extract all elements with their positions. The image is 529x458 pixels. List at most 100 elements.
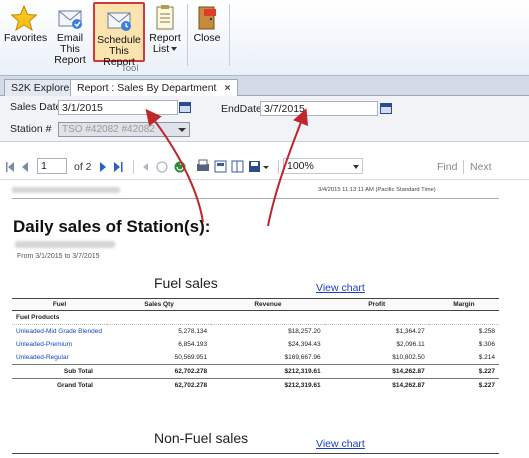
column-header: Revenue: [211, 298, 325, 311]
view-chart-link[interactable]: View chart: [316, 438, 365, 450]
email-report-label: Email This Report: [54, 32, 86, 66]
fuel-name-link[interactable]: Unleaded-Premium: [12, 338, 107, 351]
revenue-cell: $18,257.20: [288, 328, 321, 335]
nav-back-stop-refresh-icons[interactable]: [140, 160, 190, 174]
toolbar-separator: [133, 160, 134, 174]
redacted-station-name: [15, 241, 115, 248]
fuel-sales-table: Fuel Sales Qty Revenue Profit Margin Fue…: [12, 298, 499, 392]
favorites-button[interactable]: Favorites: [4, 2, 48, 62]
header-rule: [12, 198, 499, 199]
dropdown-arrow-icon: [171, 47, 178, 52]
page-count: of 2: [74, 161, 92, 173]
column-header: Sales Qty: [107, 298, 212, 311]
report-list-icon: [156, 5, 174, 30]
fuel-section-title: Fuel sales: [154, 275, 218, 291]
view-chart-link[interactable]: View chart: [316, 282, 365, 294]
tab-close-icon[interactable]: ×: [224, 82, 230, 94]
sales-date-label: Sales Date: [10, 101, 62, 113]
station-select[interactable]: TSO #42082 #42082: [58, 122, 190, 137]
table-row: Unleaded-Regular 50,569.951 $169,667.96 …: [12, 351, 499, 365]
tab-label: Report : Sales By Department: [77, 82, 217, 94]
tab-sales-by-department[interactable]: Report : Sales By Department ×: [70, 79, 238, 96]
report-date-range: From 3/1/2015 to 3/7/2015: [17, 253, 100, 260]
schedule-report-button[interactable]: Schedule This Report: [93, 2, 145, 68]
document-tab-bar: S2K Explorer Report : Sales By Departmen…: [0, 76, 529, 96]
find-link[interactable]: Find: [437, 161, 457, 173]
fuel-name-link[interactable]: Unleaded-Regular: [12, 351, 107, 365]
table-row: Unleaded-Premium 6,854.193 $24,394.43 $2…: [12, 338, 499, 351]
margin-cell: $.227: [428, 364, 499, 379]
next-last-page-icons[interactable]: [100, 162, 126, 172]
nonfuel-table-top-rule: [12, 453, 499, 454]
page-number-input[interactable]: 1: [37, 158, 67, 174]
star-icon: [10, 5, 38, 31]
print-layout-export-icons[interactable]: [196, 159, 272, 174]
schedule-email-icon: [107, 12, 131, 31]
redacted-header: [12, 187, 120, 193]
revenue-cell: $212,319.61: [211, 364, 325, 379]
tab-label: S2K Explorer: [11, 82, 73, 94]
email-icon: [58, 10, 82, 29]
margin-cell: $.214: [478, 354, 495, 361]
end-date-input[interactable]: 3/7/2015: [260, 101, 378, 116]
sales-qty-cell: 62,702.278: [107, 378, 212, 392]
favorites-label: Favorites: [4, 32, 48, 44]
fuel-name-link[interactable]: Unleaded-Mid Grade Blended: [12, 325, 107, 339]
table-row: Unleaded-Mid Grade Blended 5,278.134 $18…: [12, 325, 499, 339]
report-parameters: Sales Date 3/1/2015 EndDate 3/7/2015 Sta…: [0, 96, 529, 142]
calendar-icon[interactable]: [179, 102, 191, 113]
grand-total-row: Grand Total 62,702.278 $212,319.61 $14,2…: [12, 378, 499, 392]
revenue-cell: $24,394.43: [288, 341, 321, 348]
zoom-value: 100%: [287, 160, 314, 172]
margin-cell: $.227: [428, 378, 499, 392]
email-report-button[interactable]: Email This Report: [50, 2, 90, 66]
margin-cell: $.258: [478, 328, 495, 335]
toolbar-separator: [463, 160, 464, 174]
first-prev-page-icons[interactable]: [6, 162, 34, 172]
sales-qty-cell: 50,569.951: [174, 354, 208, 361]
profit-cell: $10,802.50: [392, 354, 425, 361]
calendar-icon[interactable]: [380, 103, 392, 114]
subtotal-row: Sub Total 62,702.278 $212,319.61 $14,262…: [12, 364, 499, 379]
group-row: Fuel Products: [12, 310, 499, 325]
report-viewer-toolbar: 1 of 2 100% Find Next: [0, 154, 529, 180]
report-title: Daily sales of Station(s):: [13, 217, 211, 236]
group-label: Fuel Products: [12, 310, 499, 325]
table-header-row: Fuel Sales Qty Revenue Profit Margin: [12, 298, 499, 311]
exit-door-icon: [198, 6, 216, 30]
margin-cell: $.306: [478, 341, 495, 348]
profit-cell: $1,364.27: [395, 328, 425, 335]
chevron-down-icon: [353, 165, 359, 169]
grand-total-label: Grand Total: [12, 378, 107, 392]
sales-qty-cell: 62,702.278: [107, 364, 212, 379]
profit-cell: $2,096.11: [396, 341, 425, 348]
chevron-down-icon: [178, 128, 186, 132]
tab-s2k-explorer[interactable]: S2K Explorer: [4, 79, 80, 96]
report-page: 3/4/2015 11:13:11 AM (Pacific Standard T…: [0, 181, 529, 458]
station-label: Station #: [10, 123, 52, 135]
close-button[interactable]: Close: [190, 2, 224, 62]
revenue-cell: $169,667.96: [284, 354, 321, 361]
find-next-link[interactable]: Next: [470, 161, 492, 173]
nonfuel-section-title: Non-Fuel sales: [154, 430, 249, 446]
printed-timestamp: 3/4/2015 11:13:11 AM (Pacific Standard T…: [318, 187, 436, 193]
sales-qty-cell: 5,278.134: [178, 328, 208, 335]
close-label: Close: [193, 32, 221, 44]
profit-cell: $14,262.87: [324, 378, 429, 392]
ribbon-separator: [229, 4, 230, 66]
sales-qty-cell: 6,854.193: [178, 341, 208, 348]
ribbon: Favorites Email This Report Schedule Thi…: [0, 0, 529, 76]
toolbar-separator: [278, 160, 279, 174]
ribbon-group-label: Tool: [121, 63, 139, 74]
subtotal-label: Sub Total: [12, 364, 107, 379]
end-date-label: EndDate: [221, 103, 262, 115]
column-header: Margin: [428, 298, 499, 311]
column-header: Fuel: [12, 298, 107, 311]
report-list-button[interactable]: Report List: [146, 2, 184, 62]
sales-date-input[interactable]: 3/1/2015: [58, 100, 178, 115]
profit-cell: $14,262.87: [324, 364, 429, 379]
revenue-cell: $212,319.61: [211, 378, 325, 392]
ribbon-separator: [187, 4, 188, 66]
zoom-select[interactable]: 100%: [283, 158, 363, 174]
column-header: Profit: [324, 298, 429, 311]
